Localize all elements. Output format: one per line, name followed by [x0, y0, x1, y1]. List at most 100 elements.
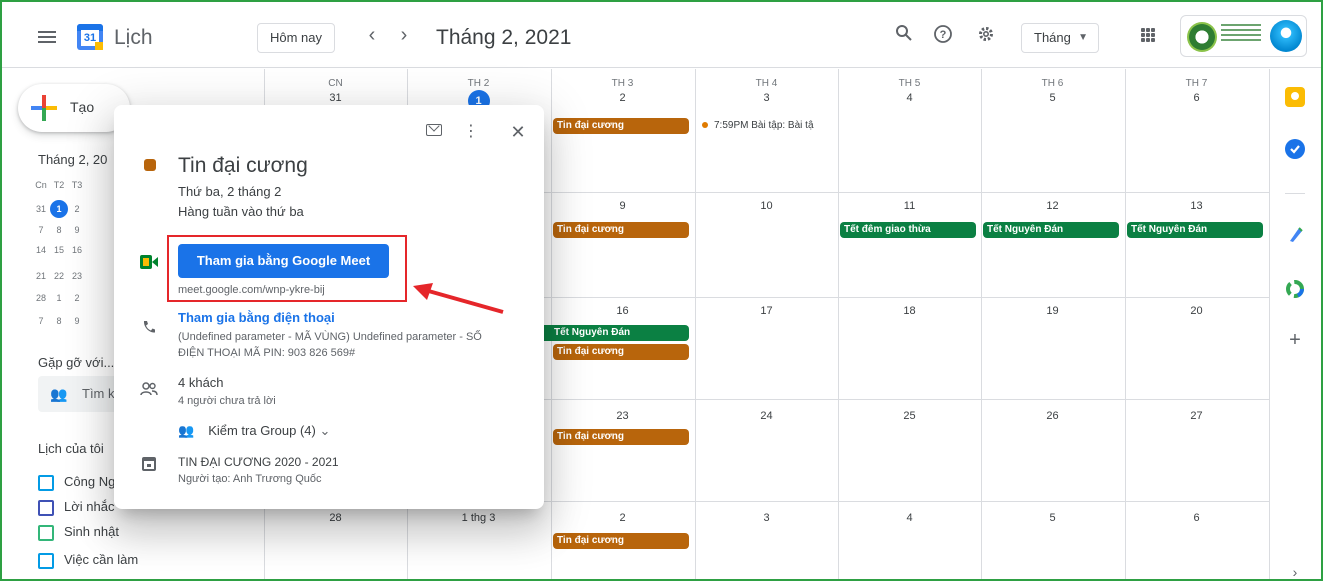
day-number[interactable]: 6: [1125, 512, 1268, 524]
mini-calendar-week[interactable]: 789: [32, 316, 86, 326]
weekday-header: TH 2: [467, 78, 490, 89]
day-number[interactable]: 26: [981, 410, 1124, 422]
calendar-label: Việc cần làm: [64, 552, 139, 567]
help-icon[interactable]: ?: [931, 24, 955, 48]
calendar-name: TIN ĐẠI CƯƠNG 2020 - 2021: [178, 455, 339, 469]
settings-gear-icon[interactable]: [974, 24, 998, 48]
annotation-highlight-box: [167, 235, 407, 302]
event-chip[interactable]: Tết Nguyên Đán: [534, 325, 689, 341]
join-by-phone-link[interactable]: Tham gia bằng điện thoại: [178, 310, 335, 325]
day-number[interactable]: 17: [695, 305, 838, 317]
maps-pen-icon[interactable]: [1285, 224, 1305, 244]
mini-calendar-week[interactable]: 21 22 23: [32, 271, 86, 281]
my-calendars-heading[interactable]: Lịch của tôi: [38, 441, 104, 456]
day-number[interactable]: 27: [1125, 410, 1268, 422]
calendar-checkbox-item[interactable]: Sinh nhật: [38, 522, 119, 542]
checkbox-icon[interactable]: [38, 552, 54, 569]
apps-grid-icon[interactable]: [1141, 28, 1155, 42]
day-number[interactable]: 9: [551, 200, 694, 212]
calendar-checkbox-item[interactable]: Lời nhắc: [38, 497, 114, 517]
calendar-label: Công Ng: [64, 474, 116, 489]
mini-calendar-week[interactable]: 31 1 2: [32, 200, 86, 218]
day-number[interactable]: 28: [264, 512, 407, 524]
checkbox-icon[interactable]: [38, 499, 54, 516]
event-chip[interactable]: Tin đại cương: [553, 533, 689, 549]
day-number[interactable]: 1 thg 3: [407, 512, 550, 524]
today-button[interactable]: Hôm nay: [257, 23, 335, 53]
day-number[interactable]: 5: [981, 92, 1124, 104]
day-number[interactable]: 12: [981, 200, 1124, 212]
main-menu-icon[interactable]: [38, 31, 56, 43]
checkbox-icon[interactable]: [38, 524, 54, 541]
screenshot-frame: 31 Lịch Hôm nay ‹ › Tháng 2, 2021 ? Thán…: [0, 0, 1323, 581]
checkbox-icon[interactable]: [38, 474, 54, 491]
add-addon-plus-icon[interactable]: +: [1285, 329, 1305, 352]
day-number[interactable]: 13: [1125, 200, 1268, 212]
day-number[interactable]: 2: [551, 92, 694, 104]
mini-calendar-selected-day[interactable]: 1: [50, 200, 68, 218]
side-panel-rail: + ›: [1269, 69, 1321, 579]
event-chip[interactable]: Tin đại cương: [553, 118, 689, 134]
organization-text-logo: [1221, 24, 1261, 48]
mini-calendar-week[interactable]: 789: [32, 225, 86, 235]
day-number[interactable]: 25: [838, 410, 981, 422]
google-meet-icon: [140, 255, 158, 269]
calendar-checkbox-item[interactable]: Công Ng: [38, 472, 115, 492]
event-creator: Người tạo: Anh Trương Quốc: [178, 473, 322, 485]
avatar[interactable]: [1270, 20, 1302, 52]
day-number[interactable]: 4: [838, 92, 981, 104]
next-period-button[interactable]: ›: [392, 24, 416, 47]
email-guests-icon[interactable]: [426, 124, 442, 136]
day-number[interactable]: 16: [551, 305, 694, 317]
view-select[interactable]: Tháng ▼: [1021, 23, 1099, 53]
day-number[interactable]: 2: [551, 512, 694, 524]
day-number[interactable]: 10: [695, 200, 838, 212]
mini-calendar-week[interactable]: 28 1 2: [32, 293, 86, 303]
day-number[interactable]: 6: [1125, 92, 1268, 104]
event-chip[interactable]: Tin đại cương: [553, 429, 689, 445]
dropdown-caret-icon: ▼: [1078, 32, 1088, 43]
calendar-logo-icon: 31: [77, 24, 103, 50]
mini-calendar-week[interactable]: 14 15 16: [32, 245, 86, 255]
view-select-value: Tháng: [1034, 30, 1071, 45]
calendar-checkbox-item[interactable]: Việc cần làm: [38, 550, 138, 570]
search-icon[interactable]: [892, 24, 916, 48]
day-number[interactable]: 19: [981, 305, 1124, 317]
more-options-icon[interactable]: ⋮: [459, 120, 483, 144]
day-number[interactable]: 11: [838, 200, 981, 212]
create-label: Tạo: [70, 99, 95, 115]
event-chip[interactable]: Tin đại cương: [553, 344, 689, 360]
day-number[interactable]: 3: [695, 92, 838, 104]
day-number[interactable]: 20: [1125, 305, 1268, 317]
day-number[interactable]: 3: [695, 512, 838, 524]
meet-with-heading: Gặp gỡ với...: [38, 355, 115, 370]
mini-calendar-weekdays: Cn T2 T3: [35, 180, 83, 190]
close-icon[interactable]: ✕: [506, 120, 530, 144]
expand-panel-chevron-icon[interactable]: ›: [1285, 564, 1305, 579]
day-number[interactable]: 31: [264, 92, 407, 104]
weekday-header: TH 7: [1185, 78, 1208, 89]
event-chip[interactable]: Tin đại cương: [553, 222, 689, 238]
previous-period-button[interactable]: ‹: [360, 24, 384, 47]
chevron-down-icon[interactable]: ⌄: [319, 423, 330, 438]
event-timed[interactable]: 7:59PM Bài tập: Bài tậ: [702, 118, 814, 134]
month-title: Tháng 2, 2021: [436, 26, 572, 49]
keep-icon[interactable]: [1285, 87, 1305, 107]
day-number[interactable]: 23: [551, 410, 694, 422]
event-chip[interactable]: Tết Nguyên Đán: [1127, 222, 1263, 238]
day-number[interactable]: 5: [981, 512, 1124, 524]
phone-detail-line: (Undefined parameter - MÃ VÙNG) Undefine…: [178, 331, 482, 343]
day-number[interactable]: 18: [838, 305, 981, 317]
account-badge[interactable]: [1180, 15, 1307, 57]
event-chip[interactable]: Tết Nguyên Đán: [983, 222, 1119, 238]
weekday-header: CN: [328, 78, 343, 89]
guest-status: 4 người chưa trả lời: [178, 395, 276, 407]
tasks-icon[interactable]: [1285, 139, 1305, 159]
app-title: Lịch: [114, 26, 153, 49]
day-number[interactable]: 24: [695, 410, 838, 422]
event-chip[interactable]: Tết đêm giao thừa: [840, 222, 976, 238]
phone-icon: [140, 319, 158, 339]
guest-group-toggle[interactable]: 👥 Kiểm tra Group (4) ⌄: [178, 423, 330, 439]
day-number[interactable]: 4: [838, 512, 981, 524]
contacts-circle-icon[interactable]: [1285, 279, 1305, 299]
